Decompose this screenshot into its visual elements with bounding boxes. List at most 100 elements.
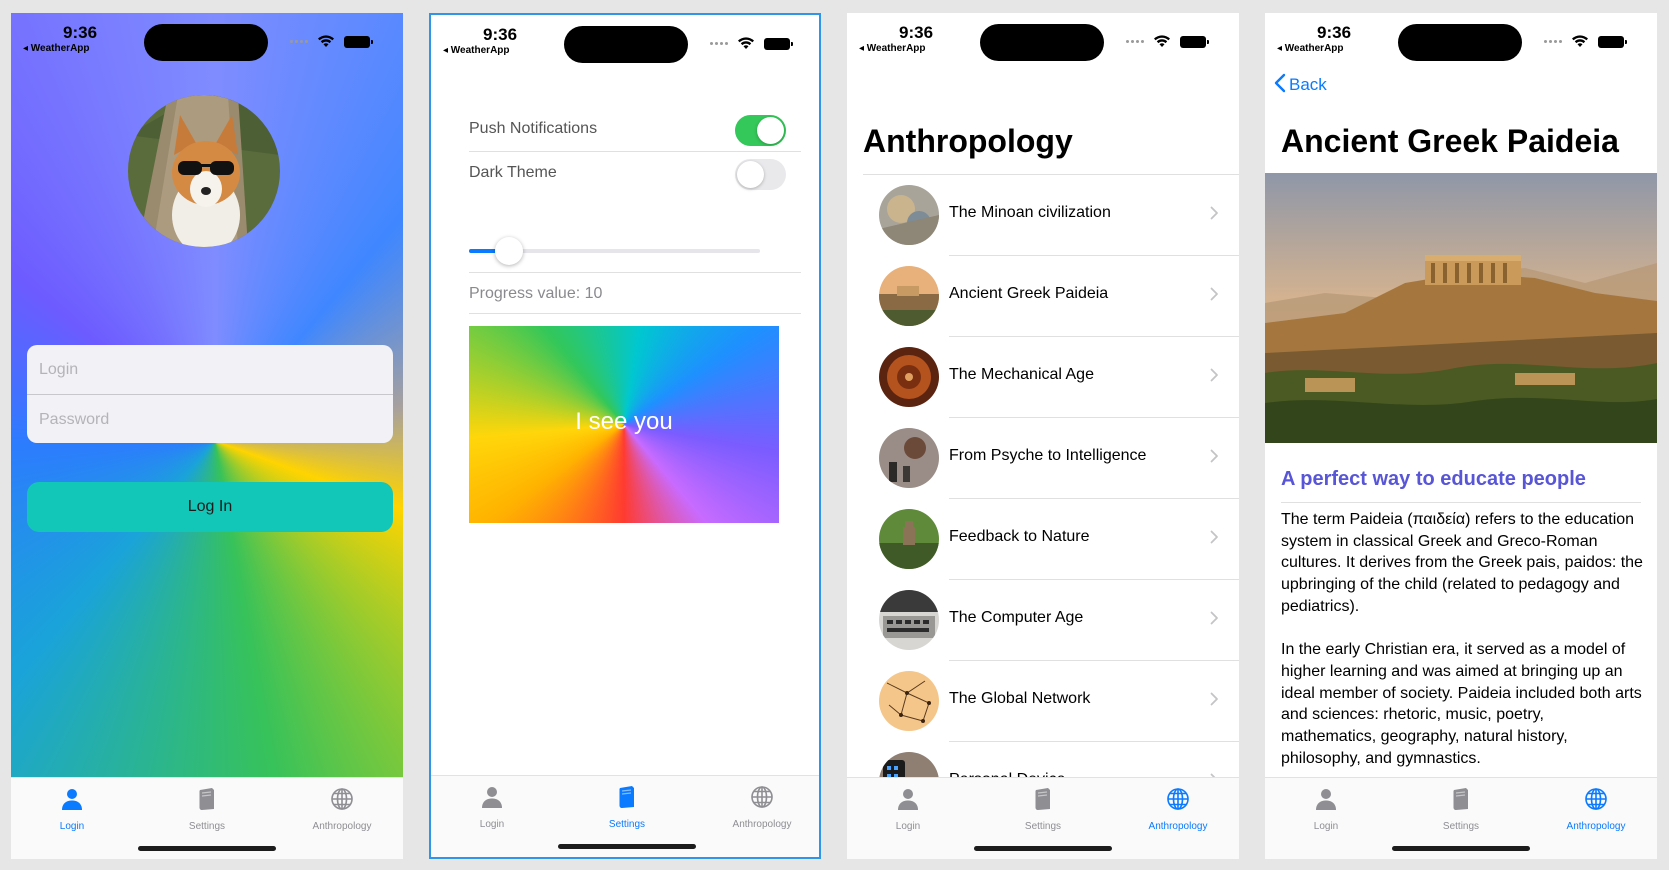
dynamic-island [1398,24,1522,61]
tab-anthropology[interactable]: Anthropology [1123,786,1233,832]
tab-label: Login [479,819,505,830]
list-item-label: Ancient Greek Paideia [949,285,1109,302]
tab-login[interactable]: Login [853,786,963,832]
login-form [27,345,393,443]
tab-bar: Login Settings Anthropology [11,777,403,859]
tab-login[interactable]: Login [17,786,127,832]
push-notifications-toggle[interactable] [735,115,786,146]
globe-icon [1583,786,1609,812]
list-item-mechanical-age[interactable]: The Mechanical Age [879,337,1239,418]
tab-label: Login [1313,821,1339,832]
tab-settings[interactable]: Settings [1406,786,1516,832]
slider-thumb[interactable] [495,237,524,265]
back-to-app-link[interactable]: ◂ WeatherApp [1277,43,1344,54]
thumbnail-psyche [879,428,939,488]
tab-bar: Login Settings Anthropology [431,775,819,857]
signal-icon [1544,40,1564,44]
status-bar: 9:36 ◂ WeatherApp [1265,13,1657,67]
gradient-card-text: I see you [575,408,673,435]
tab-label: Settings [188,821,226,832]
list-item-feedback-to-nature[interactable]: Feedback to Nature [879,499,1239,580]
avatar [128,95,280,247]
tab-anthropology[interactable]: Anthropology [707,784,817,830]
back-to-app-link[interactable]: ◂ WeatherApp [859,43,926,54]
status-bar: 9:36 ◂ WeatherApp [847,13,1239,67]
login-input[interactable] [27,345,393,394]
tab-label: Login [895,821,921,832]
tab-settings[interactable]: Settings [572,784,682,830]
tab-label: Settings [1024,821,1062,832]
list-item-label: From Psyche to Intelligence [949,447,1147,464]
wifi-icon [318,35,334,47]
tab-bar: Login Settings Anthropology [847,777,1239,859]
tab-label: Anthropology [1566,821,1626,832]
signal-icon [1126,40,1146,44]
back-label: Back [1289,75,1327,94]
page-title: Ancient Greek Paideia [1281,123,1619,159]
thumbnail-computer [879,590,939,650]
person-icon [1313,786,1339,812]
list-item-label: The Computer Age [949,609,1084,626]
progress-row: Progress value: 10 [469,272,801,314]
book-icon [1030,786,1056,812]
dark-theme-toggle[interactable] [735,159,786,190]
paragraph: In the early Christian era, it served as… [1281,641,1642,767]
chevron-right-icon [1210,692,1219,706]
dynamic-island [980,24,1104,61]
dark-theme-label: Dark Theme [469,164,557,181]
wifi-icon [738,37,754,49]
signal-icon [710,42,730,46]
battery-icon [764,38,793,50]
back-button[interactable]: Back [1274,73,1327,95]
battery-icon [1180,36,1209,48]
battery-icon [344,36,373,48]
list-item-psyche-to-intelligence[interactable]: From Psyche to Intelligence [879,418,1239,499]
article-body: The term Paideia (παιδεία) refers to the… [1281,509,1643,791]
list-item-computer-age[interactable]: The Computer Age [879,580,1239,661]
push-notifications-label: Push Notifications [469,120,598,137]
person-icon [895,786,921,812]
tab-bar: Login Settings Anthropology [1265,777,1657,859]
chevron-right-icon [1210,611,1219,625]
tab-label: Anthropology [312,821,372,832]
tab-settings[interactable]: Settings [988,786,1098,832]
globe-icon [1165,786,1191,812]
progress-value-label: Progress value: 10 [469,285,603,302]
dark-theme-row: Dark Theme [469,152,801,196]
home-indicator [1392,846,1530,851]
chevron-right-icon [1210,449,1219,463]
tab-settings[interactable]: Settings [152,786,262,832]
wifi-icon [1572,35,1588,47]
chevron-right-icon [1210,530,1219,544]
tab-anthropology[interactable]: Anthropology [1541,786,1651,832]
tab-label: Anthropology [1148,821,1208,832]
thumbnail-paideia [879,266,939,326]
password-input[interactable] [27,395,393,443]
back-to-app-link[interactable]: ◂ WeatherApp [23,43,90,54]
globe-icon [749,784,775,810]
chevron-left-icon [1274,73,1286,93]
login-button[interactable]: Log In [27,482,393,532]
dog-photo [128,95,280,247]
paragraph: The term Paideia (παιδεία) refers to the… [1281,511,1643,615]
globe-icon [329,786,355,812]
list-item-global-network[interactable]: The Global Network [879,661,1239,742]
status-time: 9:36 [1317,23,1352,42]
wifi-icon [1154,35,1170,47]
tab-anthropology[interactable]: Anthropology [287,786,397,832]
list-item-label: Feedback to Nature [949,528,1090,545]
progress-slider[interactable] [469,237,760,265]
list-item-ancient-greek-paideia[interactable]: Ancient Greek Paideia [879,256,1239,337]
list-item-minoan-civilization[interactable]: The Minoan civilization [879,175,1239,256]
tab-login[interactable]: Login [437,784,547,830]
thumbnail-minoan [879,185,939,245]
list-item-label: The Minoan civilization [949,204,1111,221]
chevron-right-icon [1210,287,1219,301]
status-time: 9:36 [899,23,934,42]
acropolis-photo [1265,173,1657,443]
tab-label: Anthropology [732,819,792,830]
tab-login[interactable]: Login [1271,786,1381,832]
status-time: 9:36 [483,25,518,44]
back-to-app-link[interactable]: ◂ WeatherApp [443,45,510,56]
toggle-knob [757,117,784,144]
